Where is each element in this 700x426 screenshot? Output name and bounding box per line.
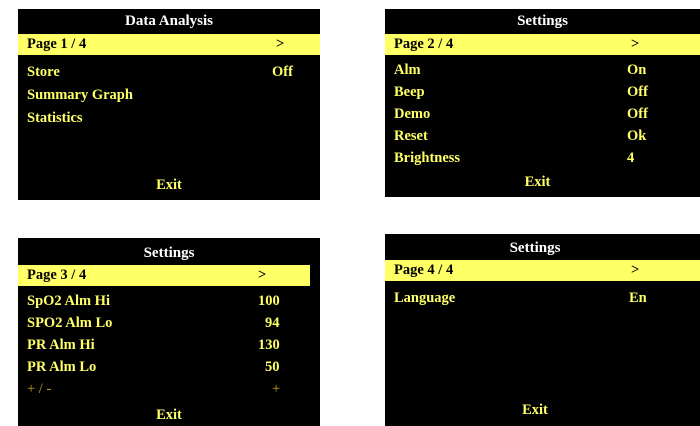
- menu-item-value: On: [627, 62, 647, 78]
- menu-item-beep[interactable]: Beep Off: [385, 82, 700, 103]
- menu-item-spo2-alm-lo[interactable]: SPO2 Alm Lo 94: [18, 313, 320, 334]
- next-page-arrow[interactable]: >: [631, 34, 639, 55]
- adjust-row[interactable]: + / - +: [18, 379, 320, 400]
- page-indicator-row[interactable]: Page 2 / 4 >: [385, 34, 700, 55]
- menu-item-statistics[interactable]: Statistics: [18, 108, 320, 129]
- next-page-arrow[interactable]: >: [276, 34, 284, 55]
- menu-item-label: Summary Graph: [27, 87, 133, 103]
- menu-item-demo[interactable]: Demo Off: [385, 104, 700, 125]
- adjust-label: + / -: [27, 381, 52, 397]
- menu-item-label: Demo: [394, 106, 431, 122]
- menu-item-label: PR Alm Hi: [27, 337, 95, 353]
- menu-item-value: 4: [627, 150, 635, 166]
- menu-item-value: Off: [272, 64, 293, 80]
- menu-item-label: Brightness: [394, 150, 461, 166]
- menu-item-label: PR Alm Lo: [27, 359, 97, 375]
- menu-item-language[interactable]: Language En: [385, 288, 700, 309]
- page-indicator-row[interactable]: Page 1 / 4 >: [18, 34, 320, 55]
- page-label: Page 2 / 4: [394, 36, 454, 52]
- exit-button[interactable]: Exit: [18, 405, 320, 426]
- settings-screen-page-2: Settings Page 2 / 4 > Alm On Beep Off De…: [385, 9, 700, 197]
- screen-title: Settings: [143, 245, 195, 261]
- menu-item-value: 50: [265, 359, 280, 375]
- menu-item-summary-graph[interactable]: Summary Graph: [18, 85, 320, 106]
- menu-item-label: SpO2 Alm Hi: [27, 293, 110, 309]
- page-label: Page 3 / 4: [27, 267, 87, 283]
- menu-item-value: 130: [258, 337, 280, 353]
- settings-screen-page-3: Settings Page 3 / 4 > SpO2 Alm Hi 100 SP…: [18, 238, 320, 426]
- menu-item-spo2-alm-hi[interactable]: SpO2 Alm Hi 100: [18, 291, 320, 312]
- page-label: Page 1 / 4: [27, 36, 87, 52]
- exit-button[interactable]: Exit: [370, 400, 700, 421]
- menu-item-alm[interactable]: Alm On: [385, 60, 700, 81]
- menu-item-pr-alm-hi[interactable]: PR Alm Hi 130: [18, 335, 320, 356]
- menu-item-label: SPO2 Alm Lo: [27, 315, 113, 331]
- menu-item-label: Reset: [394, 128, 428, 144]
- menu-item-label: Language: [394, 290, 456, 306]
- menu-item-label: Beep: [394, 84, 425, 100]
- menu-item-value: 100: [258, 293, 280, 309]
- screen-title: Settings: [517, 13, 568, 29]
- adjust-button[interactable]: +: [272, 379, 280, 400]
- menu-item-pr-alm-lo[interactable]: PR Alm Lo 50: [18, 357, 320, 378]
- menu-item-value: Ok: [627, 128, 647, 144]
- menu-item-value: En: [629, 290, 647, 306]
- settings-screen-page-4: Settings Page 4 / 4 > Language En Exit: [385, 234, 700, 426]
- page-indicator-row[interactable]: Page 3 / 4 >: [18, 265, 310, 286]
- screen-title: Settings: [509, 240, 561, 256]
- next-page-arrow[interactable]: >: [631, 260, 639, 281]
- next-page-arrow[interactable]: >: [258, 265, 266, 286]
- data-analysis-screen: Data Analysis Page 1 / 4 > Store Off Sum…: [18, 9, 320, 200]
- page-indicator-row[interactable]: Page 4 / 4 >: [385, 260, 700, 281]
- menu-item-brightness[interactable]: Brightness 4: [385, 148, 700, 169]
- menu-item-value: Off: [627, 106, 648, 122]
- menu-item-reset[interactable]: Reset Ok: [385, 126, 700, 147]
- menu-item-label: Alm: [394, 62, 421, 78]
- menu-item-value: Off: [627, 84, 648, 100]
- menu-item-value: 94: [265, 315, 280, 331]
- menu-item-label: Statistics: [27, 110, 83, 126]
- menu-item-label: Store: [27, 64, 60, 80]
- screen-title: Data Analysis: [125, 13, 213, 29]
- menu-item-store[interactable]: Store Off: [18, 62, 320, 83]
- exit-button[interactable]: Exit: [18, 175, 320, 196]
- exit-button[interactable]: Exit: [375, 172, 700, 193]
- page-label: Page 4 / 4: [394, 262, 454, 278]
